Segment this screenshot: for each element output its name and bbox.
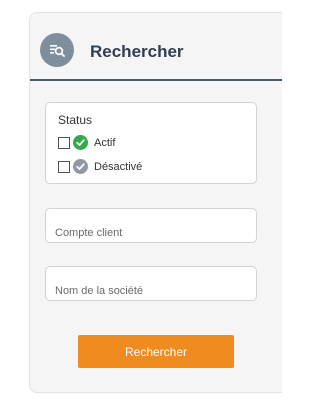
- check-circle-icon: [73, 159, 88, 174]
- desactive-label: Désactivé: [94, 160, 143, 173]
- actif-label: Actif: [94, 136, 116, 149]
- actif-checkbox[interactable]: [58, 136, 70, 149]
- panel-header: Rechercher: [30, 13, 282, 81]
- nom-societe-input[interactable]: [45, 266, 257, 301]
- search-list-icon: [40, 33, 74, 67]
- status-filter-box: Status Actif Désactivé: [45, 102, 257, 184]
- status-option-desactive[interactable]: Désactivé: [58, 159, 142, 174]
- search-panel: Rechercher Status Actif Désactivé Recher…: [29, 12, 282, 393]
- page-title: Rechercher: [90, 42, 184, 61]
- status-label: Status: [58, 113, 93, 127]
- compte-client-input[interactable]: [45, 208, 257, 243]
- desactive-checkbox[interactable]: [58, 160, 70, 173]
- status-option-actif[interactable]: Actif: [58, 135, 115, 150]
- search-button[interactable]: Rechercher: [78, 335, 234, 368]
- check-circle-icon: [73, 135, 88, 150]
